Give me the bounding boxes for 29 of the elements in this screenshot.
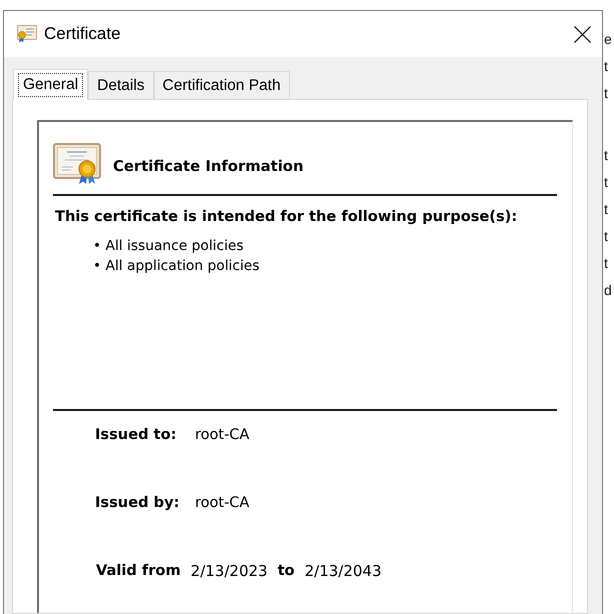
certificate-icon — [17, 25, 37, 43]
purpose-item: • All application policies — [93, 257, 260, 276]
close-icon — [574, 26, 591, 42]
certificate-icon — [53, 143, 101, 185]
field-value: root-CA — [195, 426, 250, 445]
text-fragment: t — [604, 146, 608, 165]
field-value: 2/13/2023 — [190, 561, 268, 581]
text-fragment: t — [604, 227, 608, 246]
field-value: root-CA — [195, 494, 250, 513]
text-fragment: t — [604, 84, 608, 103]
text-fragment: t — [604, 173, 608, 192]
text-fragment: t — [604, 254, 608, 273]
field-value: 2/13/2043 — [304, 561, 382, 581]
field-label: Valid from — [96, 561, 181, 581]
text-fragment: d — [604, 281, 612, 300]
field-label: Issued by: — [95, 493, 180, 513]
text-fragment: t — [604, 200, 608, 219]
tab[interactable]: Certification Path — [154, 71, 290, 99]
purpose-heading: This certificate is intended for the following purpose(s): — [55, 208, 518, 226]
field-label: Issued to: — [95, 425, 178, 445]
section-heading: Certificate Information — [113, 158, 304, 176]
field-label: to — [278, 561, 295, 581]
purpose-item: • All issuance policies — [93, 237, 244, 256]
text-fragment: t — [604, 57, 608, 76]
text-fragment: e — [604, 30, 612, 49]
window-title: Certificate — [44, 24, 121, 44]
tab[interactable]: Details — [88, 71, 154, 99]
tab[interactable]: General — [13, 69, 88, 100]
close-button[interactable] — [574, 26, 591, 42]
